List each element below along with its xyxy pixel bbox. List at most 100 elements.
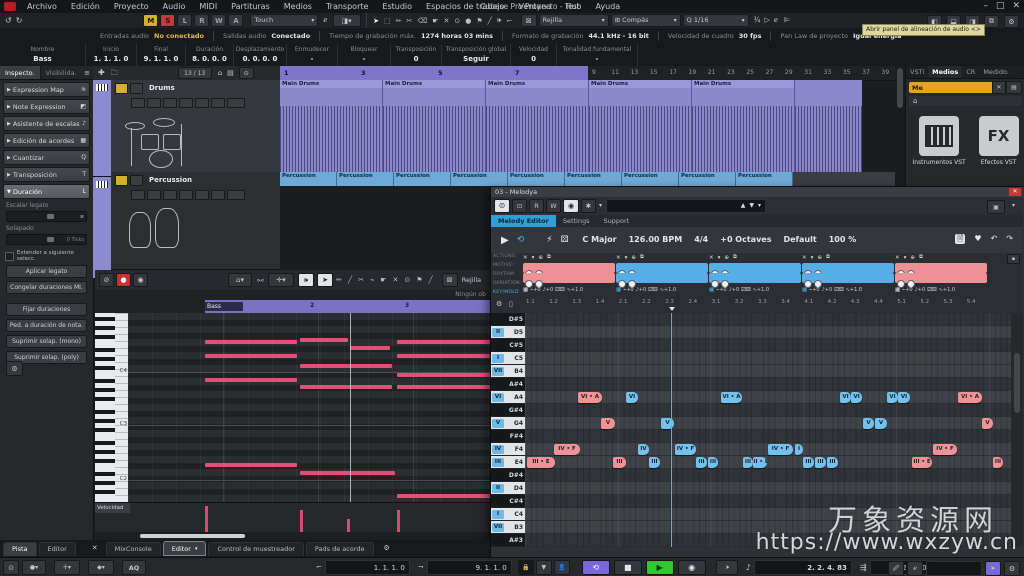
monitor-speaker-icon[interactable]: 🕨 (716, 560, 738, 575)
maximize-icon[interactable]: □ (996, 1, 1005, 11)
melody-list-icon[interactable]: ▯ (509, 300, 513, 308)
duration-button[interactable]: Congelar duraciones MI. (6, 281, 87, 294)
melody-note[interactable]: VI • A (578, 392, 602, 403)
tool-icon-10[interactable]: ╱ (488, 17, 492, 25)
tool-icon-1[interactable]: ⬚ (384, 17, 391, 25)
menu-transporte[interactable]: Transporte (319, 0, 375, 13)
copy-icon[interactable]: ⧉ (547, 254, 551, 261)
melody-note[interactable]: V (661, 418, 674, 429)
key-select[interactable]: C Major (582, 236, 616, 244)
melody-note[interactable]: III • E (527, 457, 555, 468)
sync-icon[interactable]: ⇶ (860, 564, 867, 572)
variation-rate-value[interactable]: ♪+0 (915, 287, 926, 293)
punch-filter-icon[interactable]: ▼ (536, 560, 552, 575)
cycle-region[interactable] (280, 66, 588, 80)
editor-tool-icon-6[interactable]: ⊙ (404, 276, 410, 284)
acoustic-feedback-icon[interactable]: ◉ (133, 273, 148, 287)
solo-button[interactable] (130, 83, 143, 94)
variation-swing-value[interactable]: ⌁+0 (902, 287, 912, 293)
piano-key-Fs4[interactable]: F#4 (491, 430, 525, 443)
velocity-bar[interactable] (347, 519, 350, 532)
editor-tool-icon-3[interactable]: ⌁ (370, 276, 374, 284)
actions-controls[interactable]: ✕▾⊕⧉ (709, 253, 801, 262)
melody-note[interactable]: V (982, 418, 993, 429)
virtual-keyboard-field[interactable] (926, 561, 982, 576)
tool-icon-6[interactable]: ✕ (444, 17, 450, 25)
editor-tool-icon-5[interactable]: ✕ (392, 276, 398, 284)
velocity-lane[interactable]: Velocidad (95, 502, 490, 533)
editor-snap-icon[interactable]: ⊠ (442, 273, 458, 287)
search-list-icon[interactable]: ▤ (1006, 81, 1022, 94)
variation-grid-icon[interactable]: ▦ (709, 287, 714, 293)
delete-icon[interactable]: ✕ (802, 255, 807, 261)
plugin-activate-icon[interactable]: ⏼ (494, 199, 510, 213)
track-visibility-icon[interactable]: 🗀 (111, 70, 118, 77)
piano-key-B4[interactable]: B4VII (491, 365, 525, 378)
editor-tool-icon-8[interactable]: ╱ (429, 276, 433, 284)
delete-icon[interactable]: ✕ (895, 255, 900, 261)
mode-button-a[interactable]: A (228, 14, 243, 27)
piano-key-D4[interactable]: D4II (491, 482, 525, 495)
tool-icon-9[interactable]: ⚑ (476, 17, 482, 25)
mode-button-m[interactable]: M (143, 14, 158, 27)
track-name[interactable]: Percussion (149, 177, 192, 184)
midi-note[interactable] (300, 471, 395, 475)
crosshair-icon[interactable]: ✛▾ (268, 273, 294, 287)
midi-note[interactable] (397, 354, 490, 358)
midi-note[interactable] (397, 340, 490, 344)
extend-checkbox[interactable] (5, 252, 14, 261)
variation-controls[interactable]: ▦⌁+0♪+0⚂⚄∿+1.0 (895, 285, 987, 294)
info-field-transposición-global[interactable]: Transposición globalSeguir (442, 44, 511, 66)
key-editor-scrollbar[interactable] (95, 532, 490, 540)
groove-icon[interactable]: ◆▾ (88, 560, 114, 575)
duration-button[interactable]: Ped. a duración de nota. (6, 319, 87, 332)
melody-window-titlebar[interactable]: 03 - Melodya ✕ (491, 187, 1023, 197)
midi-clip-percussion[interactable]: Percussion (280, 172, 337, 186)
piano-key-As4[interactable]: A#4 (491, 378, 525, 391)
variation-dice-icon[interactable]: ⚂⚄ (555, 287, 565, 293)
solo-editor-icon[interactable]: ⊘ (99, 273, 114, 287)
melody-scrollbar[interactable] (1011, 313, 1023, 547)
loop-icon[interactable]: ⟲ (517, 235, 525, 245)
track-filter-icon[interactable]: ▤ (227, 70, 234, 77)
melody-note[interactable]: VI (851, 392, 862, 403)
midi-clip-drums[interactable]: Main Drums (280, 80, 383, 172)
melody-note[interactable]: III • E (912, 457, 932, 468)
menu-arrow-icon[interactable]: ▾ (532, 255, 535, 261)
audio-activity-icon[interactable]: ℯ (907, 561, 923, 576)
piano-key-Cs4[interactable]: C#4 (491, 495, 525, 508)
tab-visibility[interactable]: Visibilida. (41, 66, 82, 79)
lower-zone-gear-icon[interactable]: ⚙ (384, 545, 390, 552)
favorite-icon[interactable]: ♥ (974, 235, 981, 243)
piano-key-B3[interactable]: B3VII (491, 521, 525, 534)
melody-note[interactable]: IV (638, 444, 649, 455)
media-tile-effects[interactable]: FX Efectos VST (979, 116, 1019, 166)
melody-note[interactable]: VI (898, 392, 910, 403)
motive-block[interactable] (523, 263, 615, 273)
tab-inspector[interactable]: Inspecto. (0, 66, 41, 79)
inspector-menu-icon[interactable]: ≡ (84, 69, 90, 77)
rhythm-block[interactable] (709, 273, 801, 283)
midi-note[interactable] (300, 385, 392, 389)
aq-button[interactable]: AQ (122, 560, 146, 575)
melody-note[interactable]: V (875, 418, 887, 429)
editor-tool-icon-7[interactable]: ⚑ (416, 276, 422, 284)
record-midi-icon[interactable]: ● (116, 273, 131, 287)
melody-note[interactable]: IV • F (933, 444, 957, 455)
velocity-bar[interactable] (205, 506, 208, 532)
info-field-tonalidad-fundamental[interactable]: Tonalidad fundamental- (557, 44, 638, 66)
midi-note[interactable] (205, 463, 297, 467)
play-button[interactable]: ▶ (646, 560, 674, 575)
melody-note[interactable]: III (827, 457, 838, 468)
info-field-velocidad[interactable]: Velocidad0 (511, 44, 557, 66)
inspector-section-expression-map[interactable]: ▶Expression Map≋ (3, 82, 90, 97)
midi-clip-percussion[interactable]: Percussion (736, 172, 793, 186)
piano-key-As3[interactable]: A#3 (491, 534, 525, 547)
iterative-quantize-icon[interactable]: ¾ (754, 17, 761, 24)
toolbar-gear-icon[interactable]: ⚙ (1004, 15, 1019, 28)
menu-archivo[interactable]: Archivo (20, 0, 64, 13)
inspector-section-duración[interactable]: ▼DuraciónL (3, 184, 90, 199)
menu-partituras[interactable]: Partituras (224, 0, 277, 13)
melody-note[interactable]: VI (626, 392, 638, 403)
track-name[interactable]: Drums (149, 85, 175, 92)
